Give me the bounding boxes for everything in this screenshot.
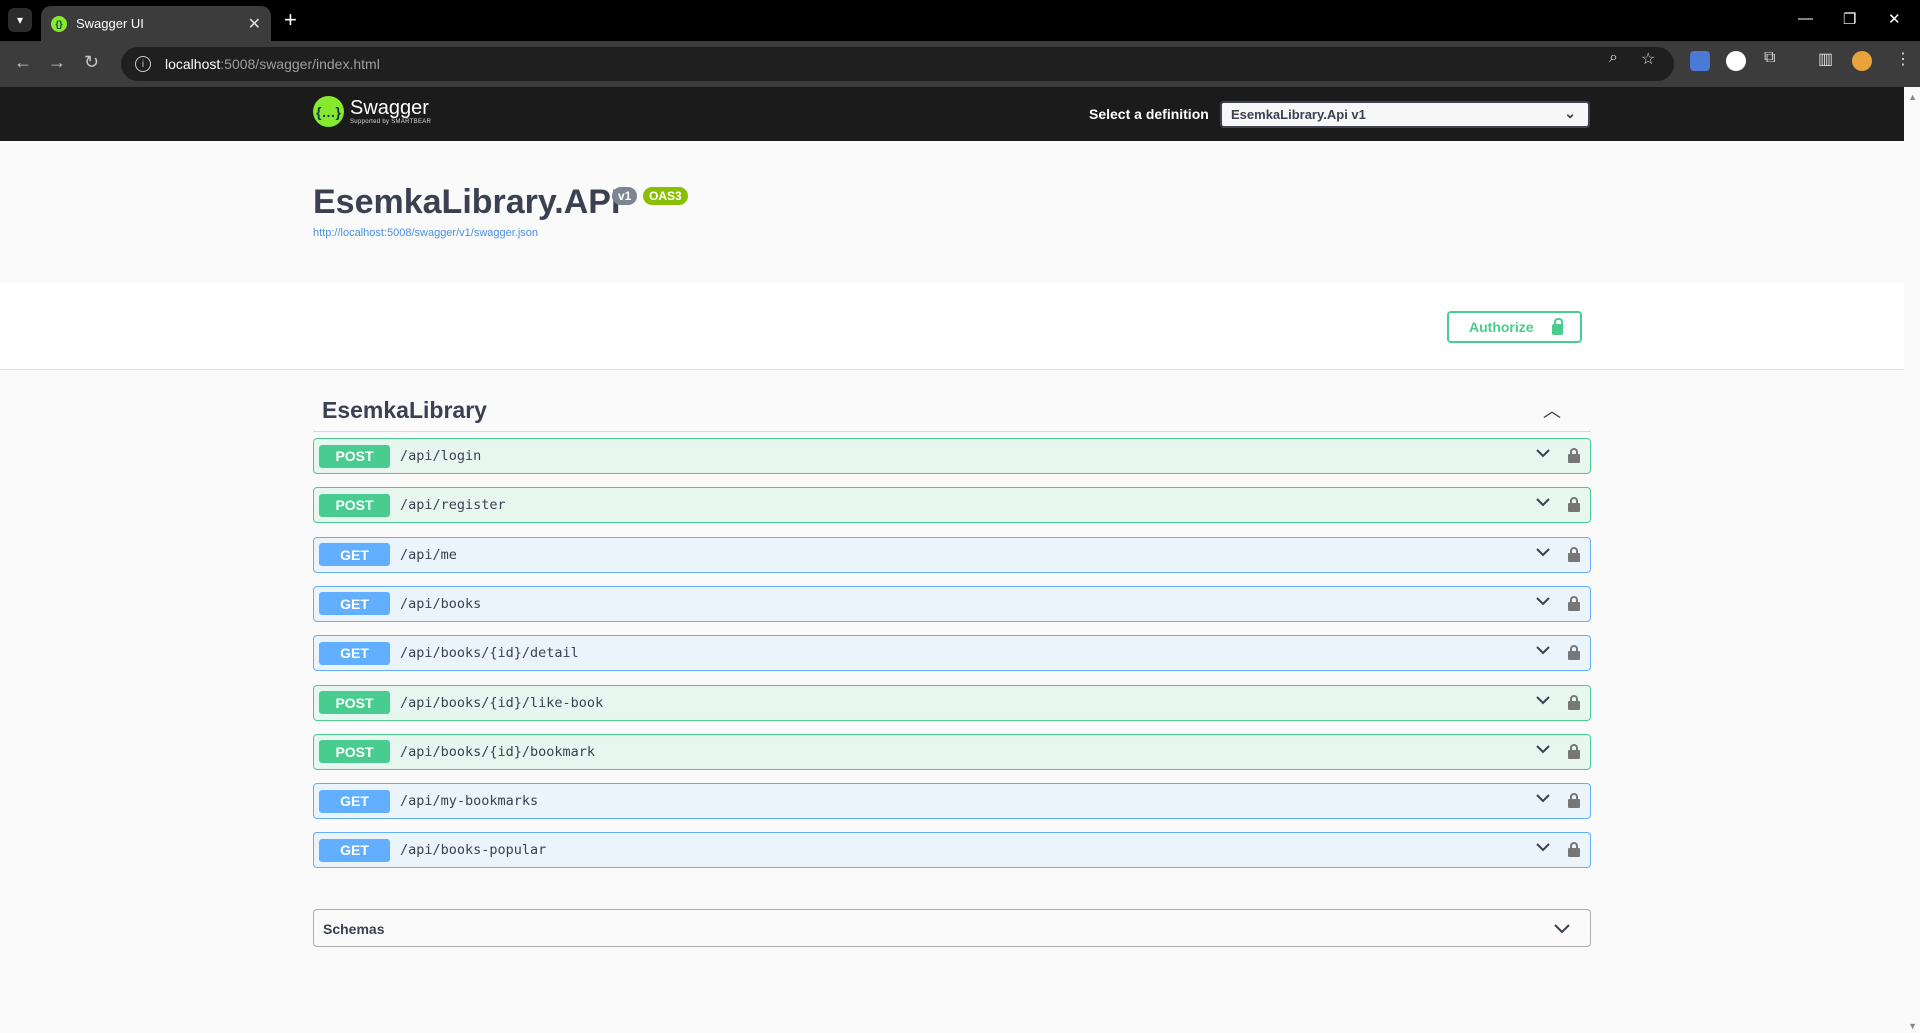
browser-menu-icon[interactable]: ⋮ — [1895, 49, 1911, 69]
chevron-down-icon[interactable] — [1536, 742, 1550, 756]
operation-row[interactable]: POST/api/register — [313, 487, 1591, 524]
browser-tabbar: ▾ {} Swagger UI ✕ + — ❐ ✕ — [0, 0, 1920, 41]
operation-row[interactable]: GET/api/books — [313, 585, 1591, 622]
chevron-down-icon[interactable] — [1536, 545, 1550, 559]
reload-icon[interactable]: ↻ — [84, 52, 99, 73]
method-badge: GET — [319, 641, 390, 665]
operation-path: /api/books/{id}/bookmark — [400, 743, 596, 760]
method-badge: GET — [319, 592, 390, 616]
site-info-icon[interactable]: i — [135, 56, 151, 72]
translate-extension-icon[interactable] — [1690, 51, 1710, 71]
version-badge: v1 — [612, 187, 638, 205]
chevron-down-icon[interactable] — [1536, 495, 1550, 509]
api-info: EsemkaLibrary.API v1 OAS3 http://localho… — [0, 141, 1904, 283]
operation-path: /api/me — [400, 546, 457, 563]
chevron-down-icon[interactable] — [1536, 446, 1550, 460]
operation-row[interactable]: GET/api/books/{id}/detail — [313, 635, 1591, 672]
tab-search-icon[interactable]: ▾ — [8, 8, 32, 32]
tag-title: EsemkaLibrary — [322, 397, 487, 423]
chevron-down-icon[interactable] — [1536, 791, 1550, 805]
tab-title: Swagger UI — [76, 16, 144, 31]
method-badge: POST — [319, 444, 390, 468]
swagger-favicon-icon: {} — [51, 15, 67, 32]
swagger-topbar: {…} Swagger Supported by SMARTBEAR Selec… — [0, 87, 1904, 141]
operation-row[interactable]: GET/api/my-bookmarks — [313, 783, 1591, 820]
lock-icon[interactable] — [1567, 792, 1581, 809]
forward-icon[interactable]: → — [48, 52, 66, 73]
schemas-title: Schemas — [323, 921, 385, 937]
lock-icon[interactable] — [1567, 496, 1581, 513]
operation-path: /api/books — [400, 595, 482, 612]
chevron-down-icon[interactable] — [1536, 840, 1550, 854]
scroll-down-icon[interactable]: ▼ — [1908, 1021, 1917, 1031]
lock-icon[interactable] — [1567, 743, 1581, 759]
restore-icon[interactable]: ❐ — [1843, 10, 1856, 28]
operation-path: /api/my-bookmarks — [400, 793, 539, 810]
side-panel-icon[interactable]: ▥ — [1818, 49, 1833, 69]
minimize-icon[interactable]: — — [1798, 10, 1813, 27]
operation-row[interactable]: POST/api/books/{id}/like-book — [313, 684, 1591, 721]
method-badge: POST — [319, 493, 390, 517]
swagger-logo[interactable]: {…} Swagger Supported by SMARTBEAR — [313, 96, 431, 127]
method-badge: GET — [319, 838, 390, 862]
new-tab-icon[interactable]: + — [284, 8, 297, 32]
definition-label: Select a definition — [1089, 106, 1209, 122]
lock-icon[interactable] — [1567, 644, 1581, 661]
browser-tab[interactable]: {} Swagger UI ✕ — [41, 6, 271, 41]
window-close-icon[interactable]: ✕ — [1888, 10, 1901, 28]
method-badge: GET — [319, 789, 390, 813]
extension-icon[interactable] — [1726, 51, 1746, 71]
operation-path: /api/books/{id}/detail — [400, 645, 579, 662]
operation-row[interactable]: POST/api/books/{id}/bookmark — [313, 733, 1591, 770]
url-path: :5008/swagger/index.html — [220, 56, 380, 72]
spec-url-link[interactable]: http://localhost:5008/swagger/v1/swagger… — [313, 227, 538, 239]
tab-close-icon[interactable]: ✕ — [248, 14, 261, 34]
lock-icon[interactable] — [1567, 595, 1581, 611]
address-bar[interactable]: i localhost:5008/swagger/index.html — [121, 47, 1674, 81]
chevron-down-icon[interactable] — [1554, 921, 1570, 939]
operation-path: /api/register — [400, 497, 506, 514]
scroll-up-icon[interactable]: ▲ — [1908, 92, 1917, 102]
operation-path: /api/books-popular — [400, 842, 547, 859]
authorize-button[interactable]: Authorize — [1447, 311, 1582, 343]
browser-toolbar: ← → ↻ i localhost:5008/swagger/index.htm… — [0, 41, 1920, 87]
back-icon[interactable]: ← — [14, 52, 32, 73]
page-title: EsemkaLibrary.API — [313, 183, 621, 221]
tag-section-header[interactable]: EsemkaLibrary ︿ — [313, 389, 1591, 432]
authorize-label: Authorize — [1469, 319, 1534, 335]
lock-icon[interactable] — [1567, 447, 1581, 463]
logo-text: Swagger — [350, 97, 429, 119]
zoom-icon[interactable]: ⌕ — [1609, 49, 1618, 67]
operation-path: /api/login — [400, 448, 482, 464]
method-badge: POST — [319, 740, 390, 764]
method-badge: GET — [319, 543, 390, 567]
method-badge: POST — [319, 691, 390, 714]
logo-subtext: Supported by SMARTBEAR — [350, 119, 432, 125]
chevron-down-icon[interactable] — [1536, 643, 1550, 657]
definition-select[interactable]: EsemkaLibrary.Api v1 ⌄ — [1220, 101, 1590, 128]
schemas-section[interactable]: Schemas — [313, 909, 1591, 947]
operation-row[interactable]: GET/api/me — [313, 536, 1591, 573]
definition-value: EsemkaLibrary.Api v1 — [1231, 107, 1366, 122]
extensions-puzzle-icon[interactable]: ⧉ — [1764, 49, 1775, 67]
chevron-down-icon: ⌄ — [1564, 105, 1576, 121]
chevron-down-icon[interactable] — [1536, 594, 1550, 608]
lock-icon[interactable] — [1567, 841, 1581, 858]
chevron-down-icon[interactable] — [1536, 693, 1550, 707]
swagger-logo-icon: {…} — [313, 96, 344, 127]
profile-avatar[interactable] — [1852, 51, 1872, 71]
bookmark-star-icon[interactable]: ☆ — [1641, 49, 1655, 69]
operation-path: /api/books/{id}/like-book — [400, 694, 604, 711]
lock-icon — [1551, 317, 1563, 335]
lock-icon[interactable] — [1567, 546, 1581, 562]
oas-badge: OAS3 — [643, 187, 688, 205]
scheme-container: Authorize — [0, 283, 1904, 370]
operation-row[interactable]: GET/api/books-popular — [313, 832, 1591, 869]
url-host: localhost — [165, 56, 221, 72]
lock-icon[interactable] — [1567, 694, 1581, 710]
operation-row[interactable]: POST/api/login — [313, 438, 1591, 474]
chevron-up-icon[interactable]: ︿ — [1543, 397, 1561, 423]
